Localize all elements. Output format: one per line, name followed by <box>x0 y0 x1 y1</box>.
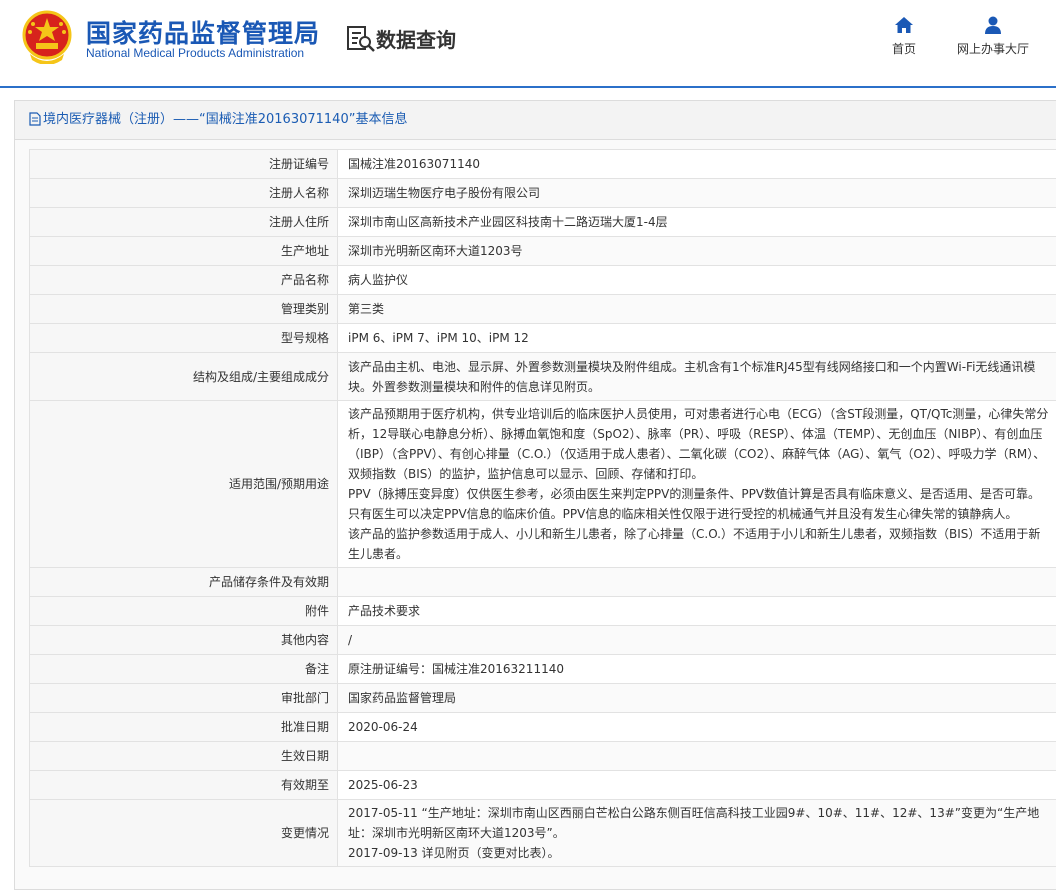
field-value: 该产品由主机、电池、显示屏、外置参数测量模块及附件组成。主机含有1个标准RJ45… <box>338 353 1056 401</box>
panel-header: 境内医疗器械（注册）——“国械注准20163071140”基本信息 <box>15 101 1056 140</box>
table-row: 其他内容/ <box>30 626 1056 655</box>
table-row: 产品储存条件及有效期 <box>30 568 1056 597</box>
field-value: 2025-06-23 <box>338 771 1056 800</box>
field-label: 结构及组成/主要组成成分 <box>30 353 338 401</box>
field-value <box>338 568 1056 597</box>
table-row: 管理类别第三类 <box>30 295 1056 324</box>
nav-home-link[interactable]: 首页 <box>886 16 922 57</box>
table-row: 备注原注册证编号：国械注准20163211140 <box>30 655 1056 684</box>
panel-title: 境内医疗器械（注册）——“国械注准20163071140”基本信息 <box>43 112 407 127</box>
national-emblem-icon <box>22 10 72 64</box>
user-icon <box>983 16 1003 34</box>
table-row: 产品名称病人监护仪 <box>30 266 1056 295</box>
site-header: 国家药品监督管理局 National Medical Products Admi… <box>0 0 1056 88</box>
field-value: 第三类 <box>338 295 1056 324</box>
field-value: 2020-06-24 <box>338 713 1056 742</box>
field-value: 该产品预期用于医疗机构，供专业培训后的临床医护人员使用，可对患者进行心电（ECG… <box>338 401 1056 568</box>
field-value: 原注册证编号：国械注准20163211140 <box>338 655 1056 684</box>
table-row: 结构及组成/主要组成成分该产品由主机、电池、显示屏、外置参数测量模块及附件组成。… <box>30 353 1056 401</box>
table-row: 型号规格iPM 6、iPM 7、iPM 10、iPM 12 <box>30 324 1056 353</box>
field-label: 其他内容 <box>30 626 338 655</box>
table-row: 注册人住所深圳市南山区高新技术产业园区科技南十二路迈瑞大厦1-4层 <box>30 208 1056 237</box>
org-name-en: National Medical Products Administration <box>86 46 304 60</box>
field-label: 产品储存条件及有效期 <box>30 568 338 597</box>
field-label: 有效期至 <box>30 771 338 800</box>
home-icon <box>894 16 914 34</box>
field-value: 深圳市光明新区南环大道1203号 <box>338 237 1056 266</box>
field-value: 深圳迈瑞生物医疗电子股份有限公司 <box>338 179 1056 208</box>
section-title: 数据查询 <box>376 24 456 53</box>
detail-panel: 境内医疗器械（注册）——“国械注准20163071140”基本信息 注册证编号国… <box>14 100 1056 890</box>
field-value: / <box>338 626 1056 655</box>
field-label: 注册人住所 <box>30 208 338 237</box>
table-row: 有效期至2025-06-23 <box>30 771 1056 800</box>
field-label: 变更情况 <box>30 800 338 867</box>
org-name-cn: 国家药品监督管理局 <box>86 14 320 50</box>
document-search-icon <box>346 25 376 53</box>
field-value: 深圳市南山区高新技术产业园区科技南十二路迈瑞大厦1-4层 <box>338 208 1056 237</box>
field-value <box>338 742 1056 771</box>
field-value: iPM 6、iPM 7、iPM 10、iPM 12 <box>338 324 1056 353</box>
field-label: 产品名称 <box>30 266 338 295</box>
field-label: 附件 <box>30 597 338 626</box>
registration-info-table: 注册证编号国械注准20163071140注册人名称深圳迈瑞生物医疗电子股份有限公… <box>29 149 1056 867</box>
field-label: 注册人名称 <box>30 179 338 208</box>
table-row: 注册人名称深圳迈瑞生物医疗电子股份有限公司 <box>30 179 1056 208</box>
table-row: 生效日期 <box>30 742 1056 771</box>
field-label: 生效日期 <box>30 742 338 771</box>
field-label: 批准日期 <box>30 713 338 742</box>
field-value: 2017-05-11 “生产地址：深圳市南山区西丽白芒松白公路东侧百旺信高科技工… <box>338 800 1056 867</box>
field-label: 注册证编号 <box>30 150 338 179</box>
field-label: 型号规格 <box>30 324 338 353</box>
table-row: 生产地址深圳市光明新区南环大道1203号 <box>30 237 1056 266</box>
table-row: 适用范围/预期用途该产品预期用于医疗机构，供专业培训后的临床医护人员使用，可对患… <box>30 401 1056 568</box>
table-row: 批准日期2020-06-24 <box>30 713 1056 742</box>
table-row: 变更情况2017-05-11 “生产地址：深圳市南山区西丽白芒松白公路东侧百旺信… <box>30 800 1056 867</box>
table-row: 审批部门国家药品监督管理局 <box>30 684 1056 713</box>
field-label: 审批部门 <box>30 684 338 713</box>
nav-online-office-link[interactable]: 网上办事大厅 <box>948 16 1038 57</box>
document-icon <box>29 112 41 126</box>
table-row: 注册证编号国械注准20163071140 <box>30 150 1056 179</box>
table-row: 附件产品技术要求 <box>30 597 1056 626</box>
field-value: 国家药品监督管理局 <box>338 684 1056 713</box>
field-label: 管理类别 <box>30 295 338 324</box>
field-value: 国械注准20163071140 <box>338 150 1056 179</box>
field-label: 适用范围/预期用途 <box>30 401 338 568</box>
nav-home-label: 首页 <box>892 42 916 56</box>
field-value: 产品技术要求 <box>338 597 1056 626</box>
field-label: 备注 <box>30 655 338 684</box>
field-label: 生产地址 <box>30 237 338 266</box>
nav-online-office-label: 网上办事大厅 <box>957 42 1029 56</box>
field-value: 病人监护仪 <box>338 266 1056 295</box>
